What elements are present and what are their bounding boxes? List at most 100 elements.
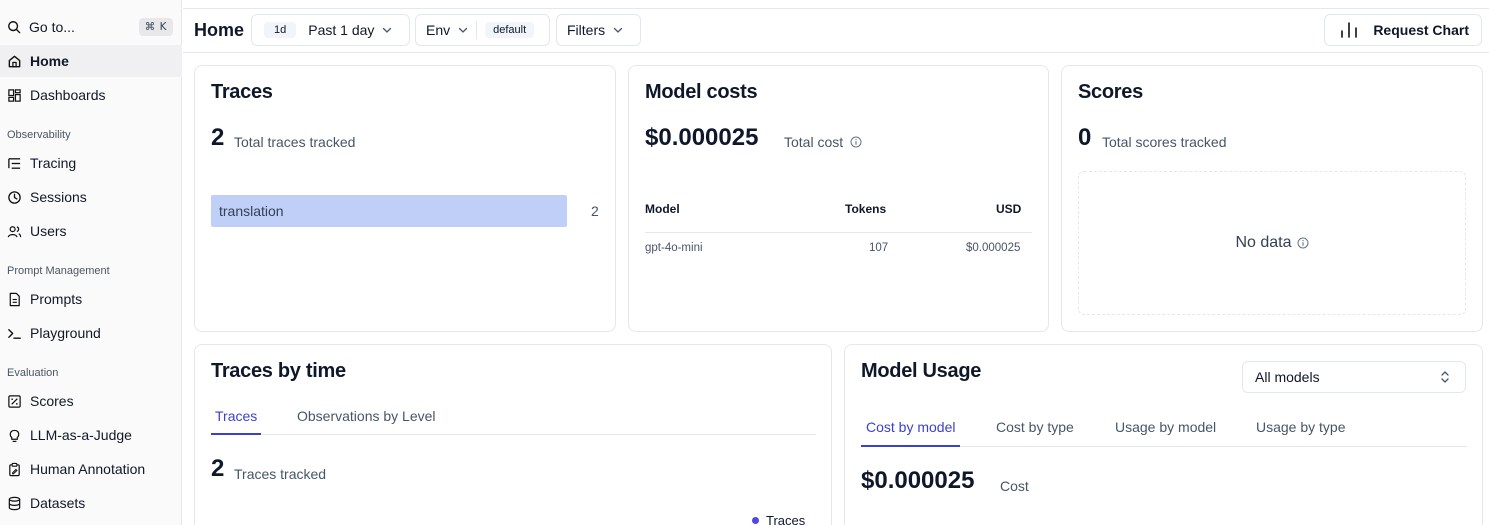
users-icon [7, 224, 22, 239]
nav-group-prompt-management: Prompt Management [7, 265, 110, 277]
sidebar-item-label: Home [30, 53, 69, 69]
empty-state: No data [1078, 171, 1466, 315]
info-icon[interactable] [850, 136, 862, 148]
sidebar-item-label: Dashboards [30, 87, 106, 103]
tab-usage-by-model[interactable]: Usage by model [1115, 419, 1216, 435]
trace-bar: translation [211, 195, 567, 227]
clipboard-pen-icon [7, 462, 22, 477]
sidebar-item-label: Tracing [30, 155, 77, 171]
goto-shortcut: ⌘ K [138, 18, 173, 36]
traces-card: Traces 2 Total traces tracked translatio… [194, 65, 616, 332]
home-icon [7, 54, 22, 69]
sidebar-item-llm-as-a-judge[interactable]: LLM-as-a-Judge [0, 419, 182, 451]
search-icon [8, 21, 21, 34]
column-header-tokens: Tokens [845, 202, 887, 216]
sidebar-item-sessions[interactable]: Sessions [0, 181, 182, 213]
date-range-picker[interactable]: 1d Past 1 day [251, 14, 410, 46]
cell-model: gpt-4o-mini [645, 242, 703, 254]
usage-total-label: Cost [1000, 478, 1029, 494]
sidebar-item-datasets[interactable]: Datasets [0, 487, 182, 519]
sidebar-item-label: Users [30, 223, 67, 239]
sidebar-item-tracing[interactable]: Tracing [0, 147, 182, 179]
traces-time-total-label: Traces tracked [234, 466, 327, 482]
bar-chart-icon [1341, 22, 1358, 38]
tab-usage-by-type[interactable]: Usage by type [1256, 419, 1346, 435]
goto-search[interactable]: Go to... ⌘ K [0, 10, 182, 44]
tab-cost-by-model[interactable]: Cost by model [866, 419, 955, 435]
table-divider [645, 232, 1032, 233]
list-tree-icon [7, 156, 22, 171]
cost-total: $0.000025 [645, 124, 759, 151]
chevron-down-icon [383, 27, 392, 33]
cell-tokens: 107 [869, 242, 889, 254]
clock-icon [7, 190, 22, 205]
sidebar-item-label: Human Annotation [30, 461, 146, 477]
sidebar-item-label: Playground [30, 325, 101, 341]
sidebar-item-scores[interactable]: Scores [0, 385, 182, 417]
sidebar-item-home[interactable]: Home [0, 45, 182, 77]
trace-bar-label: translation [219, 203, 284, 219]
dashboard-icon [7, 88, 22, 103]
database-icon [7, 496, 22, 511]
tab-divider [211, 434, 816, 435]
cost-total-label: Total cost [784, 134, 844, 150]
info-icon[interactable] [1297, 237, 1309, 249]
nav-group-observability: Observability [7, 129, 71, 141]
traces-total-label: Total traces tracked [234, 134, 356, 150]
scores-total: 0 [1078, 124, 1092, 151]
filters-label: Filters [567, 22, 606, 38]
active-tab-indicator [211, 433, 261, 435]
env-filter[interactable]: Env default [415, 14, 550, 46]
terminal-icon [7, 326, 22, 341]
sidebar-item-label: Prompts [30, 291, 83, 307]
filters-button[interactable]: Filters [556, 14, 641, 46]
chevron-down-icon [458, 27, 468, 33]
card-title: Traces by time [211, 360, 346, 382]
date-range-label: Past 1 day [308, 22, 375, 38]
sidebar-item-users[interactable]: Users [0, 215, 182, 247]
column-header-model: Model [645, 202, 680, 216]
chevrons-up-down-icon [1441, 371, 1449, 383]
request-chart-label: Request Chart [1373, 22, 1469, 38]
sidebar-item-label: Scores [30, 393, 74, 409]
page-title: Home [194, 20, 245, 40]
percent-square-icon [7, 394, 22, 409]
cell-usd: $0.000025 [966, 242, 1021, 254]
sidebar-item-label: LLM-as-a-Judge [30, 427, 132, 443]
scores-card: Scores 0 Total scores tracked No data [1061, 65, 1483, 332]
tab-traces[interactable]: Traces [215, 408, 257, 424]
chart-legend: Traces [752, 513, 805, 525]
sidebar-item-prompts[interactable]: Prompts [0, 283, 182, 315]
traces-by-time-card: Traces by time Traces Observations by Le… [194, 344, 832, 525]
card-title: Scores [1078, 81, 1143, 103]
legend-dot [752, 517, 759, 524]
nav-group-evaluation: Evaluation [7, 367, 59, 379]
tab-observations-by-level[interactable]: Observations by Level [297, 408, 436, 424]
model-select[interactable]: All models [1242, 361, 1466, 393]
trace-bar-value: 2 [591, 203, 599, 219]
tab-cost-by-type[interactable]: Cost by type [996, 419, 1074, 435]
traces-total: 2 [211, 124, 225, 151]
active-tab-indicator [861, 445, 960, 447]
empty-state-label: No data [1235, 234, 1292, 251]
sidebar-item-label: Sessions [30, 189, 87, 205]
card-title: Model costs [645, 81, 758, 103]
sidebar-item-playground[interactable]: Playground [0, 317, 182, 349]
scores-total-label: Total scores tracked [1102, 134, 1227, 150]
lightbulb-icon [7, 428, 22, 443]
goto-label: Go to... [29, 19, 75, 35]
column-header-usd: USD [996, 202, 1022, 216]
sidebar-item-label: Datasets [30, 495, 86, 511]
card-title: Traces [211, 81, 273, 103]
sidebar-item-human-annotation[interactable]: Human Annotation [0, 453, 182, 485]
env-value-badge: default [485, 22, 535, 38]
date-range-pill: 1d [264, 22, 297, 38]
sidebar-item-dashboards[interactable]: Dashboards [0, 79, 182, 111]
usage-total: $0.000025 [861, 467, 975, 494]
top-bar: Home 1d Past 1 day Env default Filters R… [183, 8, 1489, 53]
card-title: Model Usage [861, 360, 982, 382]
model-select-value: All models [1255, 369, 1320, 385]
request-chart-button[interactable]: Request Chart [1324, 14, 1482, 46]
model-usage-card: Model Usage All models Cost by model Cos… [844, 344, 1483, 525]
env-label: Env [426, 22, 451, 38]
